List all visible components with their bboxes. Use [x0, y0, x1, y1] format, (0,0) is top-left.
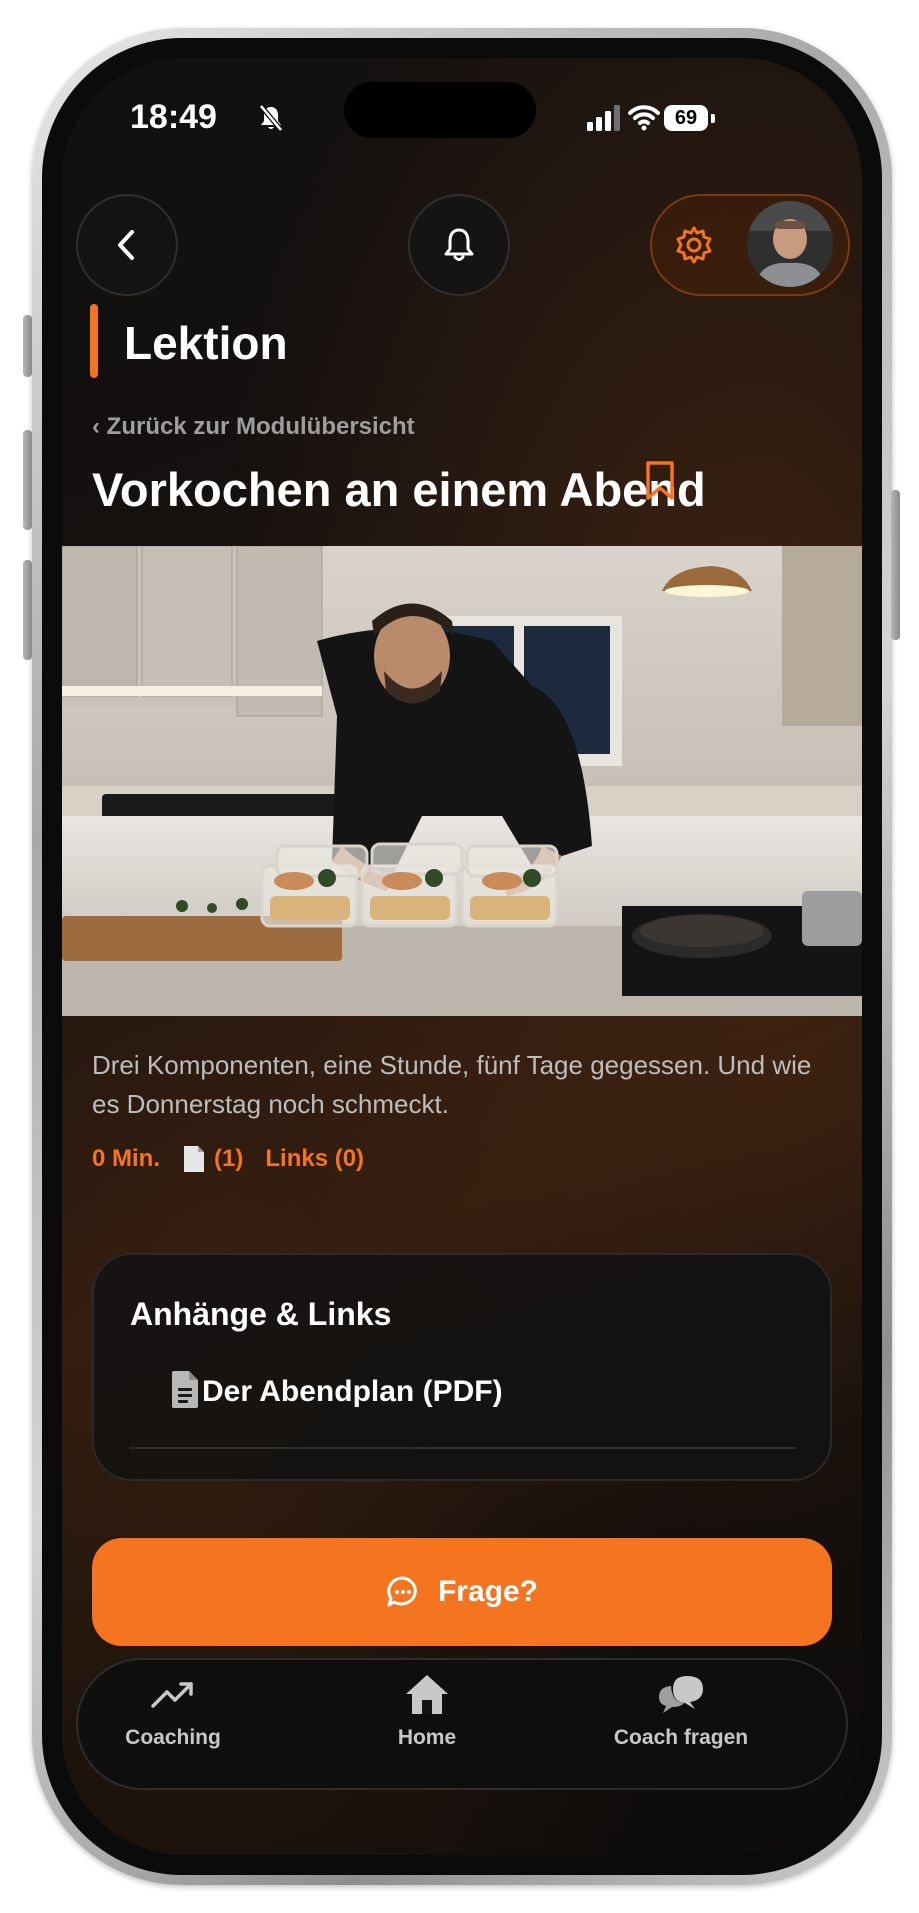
attachments-divider — [130, 1447, 796, 1449]
tab-coaching[interactable]: Coaching — [73, 1672, 273, 1778]
back-button[interactable] — [76, 194, 178, 296]
bell-icon — [444, 228, 474, 261]
document-icon — [172, 1371, 198, 1408]
battery-tip — [711, 114, 715, 123]
meal-prep-photo — [62, 546, 862, 1016]
notifications-button[interactable] — [408, 194, 510, 296]
chat-bubbles-icon — [659, 1676, 703, 1713]
status-time: 18:49 — [130, 98, 217, 136]
chevron-left-icon — [118, 230, 134, 260]
action-button — [23, 315, 32, 377]
attachments-heading: Anhänge & Links — [130, 1296, 392, 1332]
gear-icon[interactable] — [674, 225, 714, 265]
battery-indicator: 69 — [664, 105, 708, 131]
tab-coach-fragen[interactable]: Coach fragen — [581, 1672, 781, 1778]
ask-question-label: Frage? — [437, 1575, 539, 1608]
lesson-hero-image — [62, 546, 862, 1016]
tab-coach-fragen-label: Coach fragen — [613, 1726, 749, 1749]
lesson-description: Drei Komponenten, eine Stunde, fünf Tage… — [92, 1050, 812, 1119]
links-count-label: Links (0) — [265, 1145, 365, 1172]
tab-home-label: Home — [397, 1726, 457, 1749]
files-count-label: (1) — [214, 1145, 244, 1172]
lesson-title: Vorkochen an einem Abend — [92, 463, 706, 516]
signal-icon — [587, 105, 620, 131]
app-screen: 18:49 69 Lektion ‹ Zurück zur Modulübers… — [62, 58, 862, 1855]
bell-muted-icon — [259, 104, 283, 132]
dynamic-island — [344, 82, 536, 138]
title-accent-bar — [90, 304, 98, 378]
tab-home[interactable]: Home — [327, 1672, 527, 1778]
volume-up-button — [23, 430, 32, 530]
wifi-icon — [628, 105, 660, 131]
tab-coaching-label: Coaching — [125, 1726, 221, 1749]
duration-label: 0 Min. — [92, 1145, 161, 1172]
chat-bubble-icon — [387, 1576, 417, 1607]
document-icon — [184, 1146, 205, 1172]
back-to-module-link[interactable]: ‹ Zurück zur Modulübersicht — [92, 413, 415, 441]
avatar-portrait — [747, 201, 833, 287]
attachment-item[interactable]: Der Abendplan (PDF) — [202, 1375, 503, 1409]
page-title: Lektion — [124, 317, 288, 369]
avatar[interactable] — [747, 201, 833, 287]
home-icon — [406, 1675, 448, 1714]
trend-up-icon — [151, 1682, 193, 1708]
files-count: (1) — [182, 1145, 243, 1173]
bookmark-icon[interactable] — [644, 460, 676, 502]
lesson-meta-row: 0 Min. (1) Links (0) — [92, 1145, 364, 1173]
power-button — [891, 490, 900, 640]
volume-down-button — [23, 560, 32, 660]
ask-question-button[interactable]: Frage? — [92, 1538, 832, 1646]
